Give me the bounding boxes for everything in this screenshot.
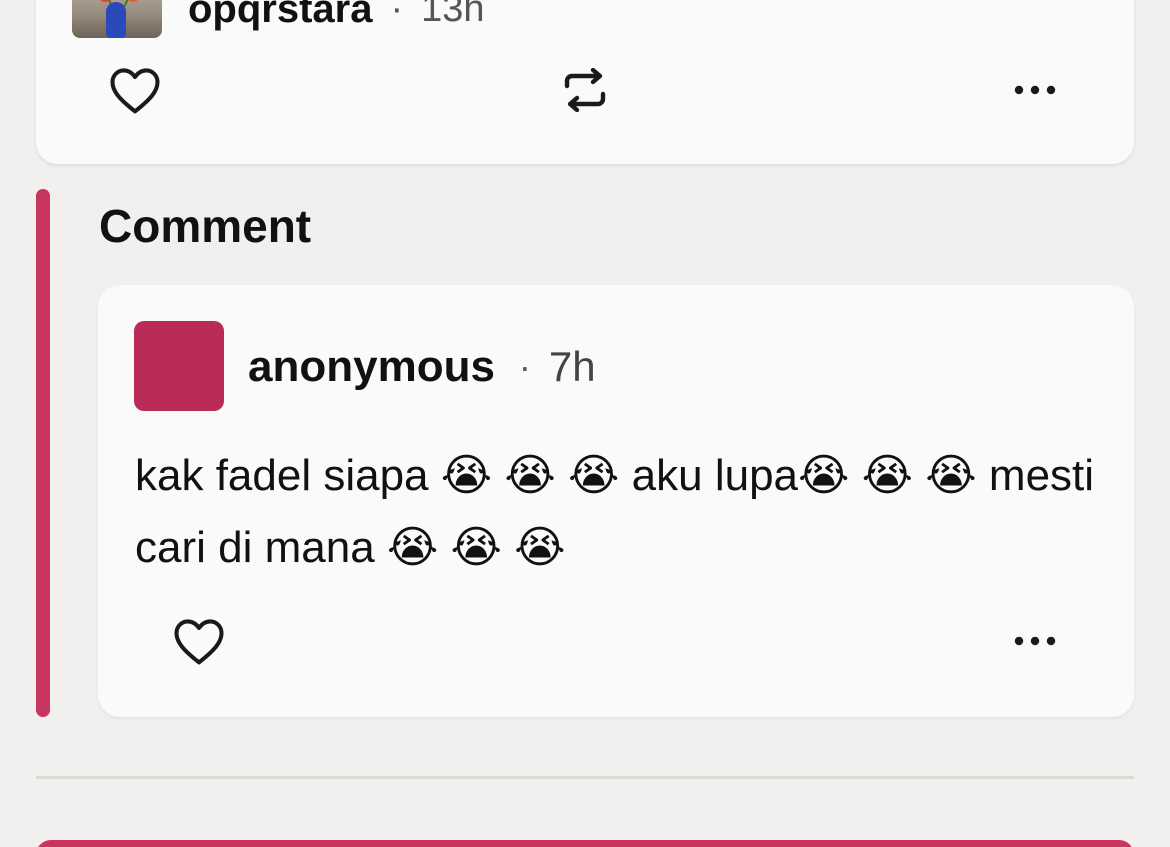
avatar-photo — [126, 0, 140, 2]
comment-card: anonymous · 7h kak fadel siapa 😭 😭 😭 aku… — [98, 285, 1134, 717]
like-button[interactable] — [106, 64, 164, 116]
heart-icon — [174, 619, 224, 665]
post-header: opqrstara · 13h — [72, 0, 485, 38]
separator-dot: · — [518, 346, 531, 387]
more-options-button[interactable] — [1006, 64, 1064, 116]
comment-accent-bar — [36, 189, 50, 717]
separator-dot: · — [390, 0, 404, 30]
repost-icon — [564, 68, 606, 112]
avatar-photo — [106, 2, 126, 38]
comment-text: kak fadel siapa 😭 😭 😭 aku lupa😭 😭 😭 mest… — [135, 451, 1095, 572]
post-username[interactable]: opqrstara — [188, 0, 373, 33]
like-button[interactable] — [170, 613, 228, 669]
comment-timestamp: 7h — [548, 343, 596, 390]
post-actions — [36, 60, 1134, 120]
comment-username[interactable]: anonymous — [248, 342, 495, 392]
comment-header: anonymous · 7h — [248, 341, 596, 393]
more-icon — [1014, 85, 1056, 95]
post-timestamp: 13h — [421, 0, 485, 30]
divider — [36, 776, 1134, 779]
avatar[interactable] — [72, 0, 162, 38]
avatar[interactable] — [134, 321, 224, 411]
page: opqrstara · 13h Comment anonymous · 7h k… — [0, 0, 1170, 847]
post-card: opqrstara · 13h — [36, 0, 1134, 164]
heart-icon — [110, 68, 160, 114]
section-title: Comment — [99, 200, 312, 252]
more-icon — [1014, 636, 1056, 646]
next-comment-section-edge — [36, 840, 1134, 847]
more-options-button[interactable] — [1006, 613, 1064, 669]
repost-button[interactable] — [556, 64, 614, 116]
comment-actions — [98, 611, 1134, 671]
